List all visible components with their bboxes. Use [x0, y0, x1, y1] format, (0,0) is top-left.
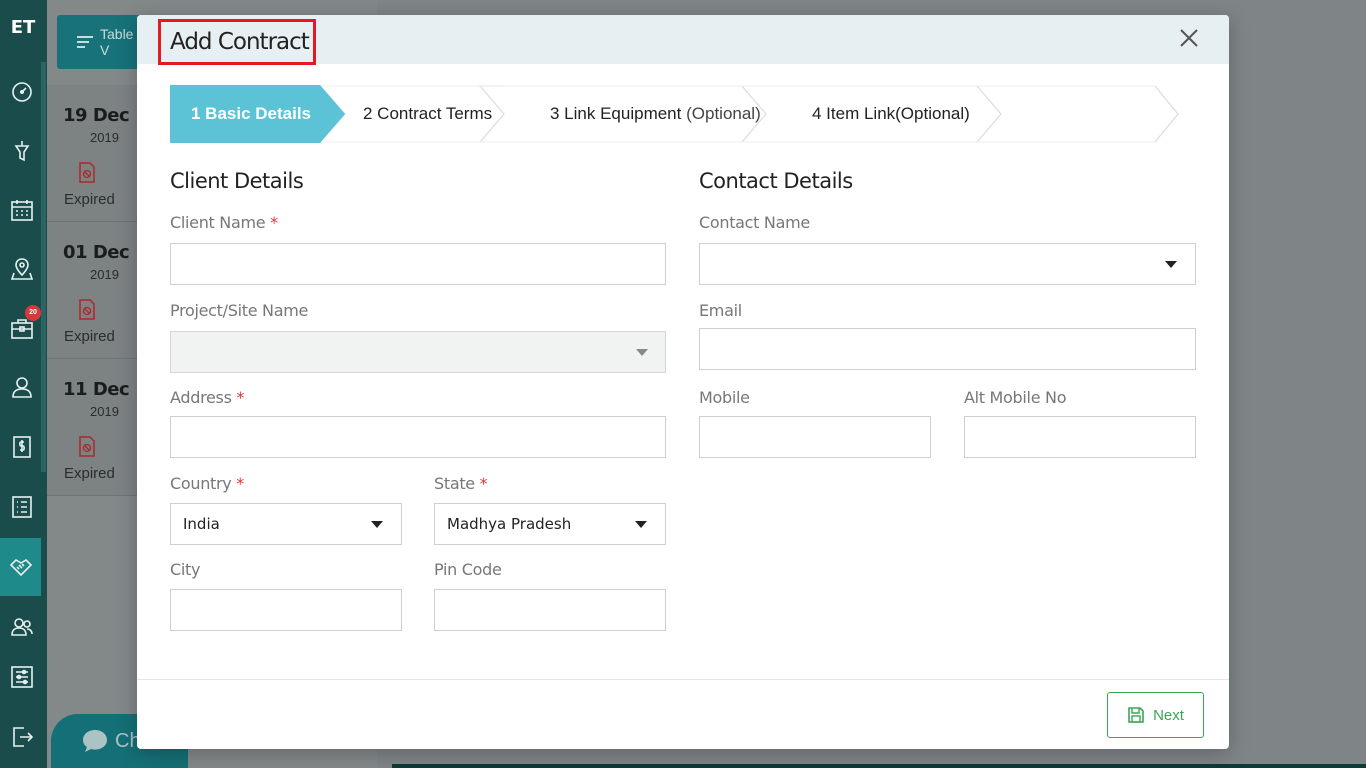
next-button[interactable]: Next [1107, 692, 1204, 738]
expired-document-icon [79, 162, 95, 183]
step-basic-details[interactable]: 1 Basic Details [170, 85, 345, 143]
city-input[interactable] [170, 589, 402, 631]
alt-mobile-label: Alt Mobile No [964, 388, 1067, 407]
chevron-down-icon [371, 521, 383, 528]
email-label: Email [699, 301, 742, 320]
state-select[interactable]: Madhya Pradesh [434, 503, 666, 545]
state-label: State * [434, 474, 488, 493]
card-year: 2019 [90, 267, 119, 282]
project-site-label: Project/Site Name [170, 301, 309, 320]
address-input[interactable] [170, 416, 666, 458]
city-label: City [170, 560, 201, 579]
contract-card[interactable]: 11 Dec 2019 Expired [47, 359, 137, 496]
modal-title: Add Contract [158, 19, 316, 65]
table-view-label: Table V [100, 26, 134, 58]
notification-badge: 20 [25, 305, 41, 321]
settings-sliders-icon[interactable] [0, 648, 43, 706]
email-input[interactable] [699, 328, 1196, 370]
client-name-label: Client Name * [170, 213, 278, 232]
save-icon [1128, 707, 1144, 723]
map-pin-icon[interactable] [0, 240, 43, 298]
card-year: 2019 [90, 404, 119, 419]
step-optional-label: (Optional) [686, 104, 761, 123]
step-label: 1 Basic Details [191, 104, 312, 123]
add-contract-modal: Add Contract 1 Basic Details 2 Contract … [137, 15, 1229, 749]
step-item-link[interactable]: 4 Item Link(Optional) [812, 85, 970, 143]
client-name-input[interactable] [170, 243, 666, 285]
list-icon[interactable] [0, 478, 43, 536]
invoice-icon[interactable] [0, 418, 43, 476]
country-select[interactable]: India [170, 503, 402, 545]
chat-bubble-icon [83, 730, 107, 752]
card-status: Expired [64, 328, 115, 345]
contact-name-label: Contact Name [699, 213, 810, 232]
user-icon[interactable] [0, 358, 43, 416]
client-details-heading: Client Details [170, 169, 304, 193]
step-label: 2 Contract Terms [363, 104, 493, 123]
card-day: 19 Dec [63, 105, 130, 126]
step-label: 3 Link Equipment [550, 104, 682, 123]
modal-footer-divider [137, 679, 1229, 680]
sort-lines-icon [77, 36, 93, 48]
contracts-handshake-icon[interactable] [0, 538, 41, 596]
logout-icon[interactable] [0, 708, 43, 766]
funnel-icon[interactable] [0, 122, 43, 180]
alt-mobile-input[interactable] [964, 416, 1196, 458]
card-status: Expired [64, 465, 115, 482]
card-status: Expired [64, 191, 115, 208]
chevron-down-icon [635, 521, 647, 528]
bottom-bar [392, 764, 1366, 768]
address-label: Address * [170, 388, 245, 407]
card-year: 2019 [90, 130, 119, 145]
card-day: 11 Dec [63, 379, 130, 400]
step-link-equipment[interactable]: 3 Link Equipment (Optional) [550, 85, 761, 143]
contract-card[interactable]: 19 Dec 2019 Expired [47, 85, 137, 222]
sidebar: ET 20 [0, 0, 47, 768]
mobile-input[interactable] [699, 416, 931, 458]
contact-name-select[interactable] [699, 243, 1196, 285]
step-contract-terms[interactable]: 2 Contract Terms [363, 85, 492, 143]
country-label: Country * [170, 474, 244, 493]
dashboard-icon[interactable] [0, 63, 43, 121]
project-site-select[interactable] [170, 331, 666, 373]
chevron-down-icon [636, 349, 648, 356]
next-label: Next [1153, 706, 1184, 724]
step-label: 4 Item Link(Optional) [812, 104, 970, 123]
calendar-icon[interactable] [0, 181, 43, 239]
contract-card[interactable]: 01 Dec 2019 Expired [47, 222, 137, 359]
table-view-button[interactable]: Table V [57, 15, 142, 69]
pin-code-label: Pin Code [434, 560, 502, 579]
contact-details-heading: Contact Details [699, 169, 853, 193]
expired-document-icon [79, 436, 95, 457]
close-icon[interactable] [1178, 27, 1200, 49]
pin-code-input[interactable] [434, 589, 666, 631]
mobile-label: Mobile [699, 388, 750, 407]
expired-document-icon [79, 299, 95, 320]
card-day: 01 Dec [63, 242, 130, 263]
chevron-down-icon [1165, 261, 1177, 268]
app-logo: ET [10, 17, 36, 38]
